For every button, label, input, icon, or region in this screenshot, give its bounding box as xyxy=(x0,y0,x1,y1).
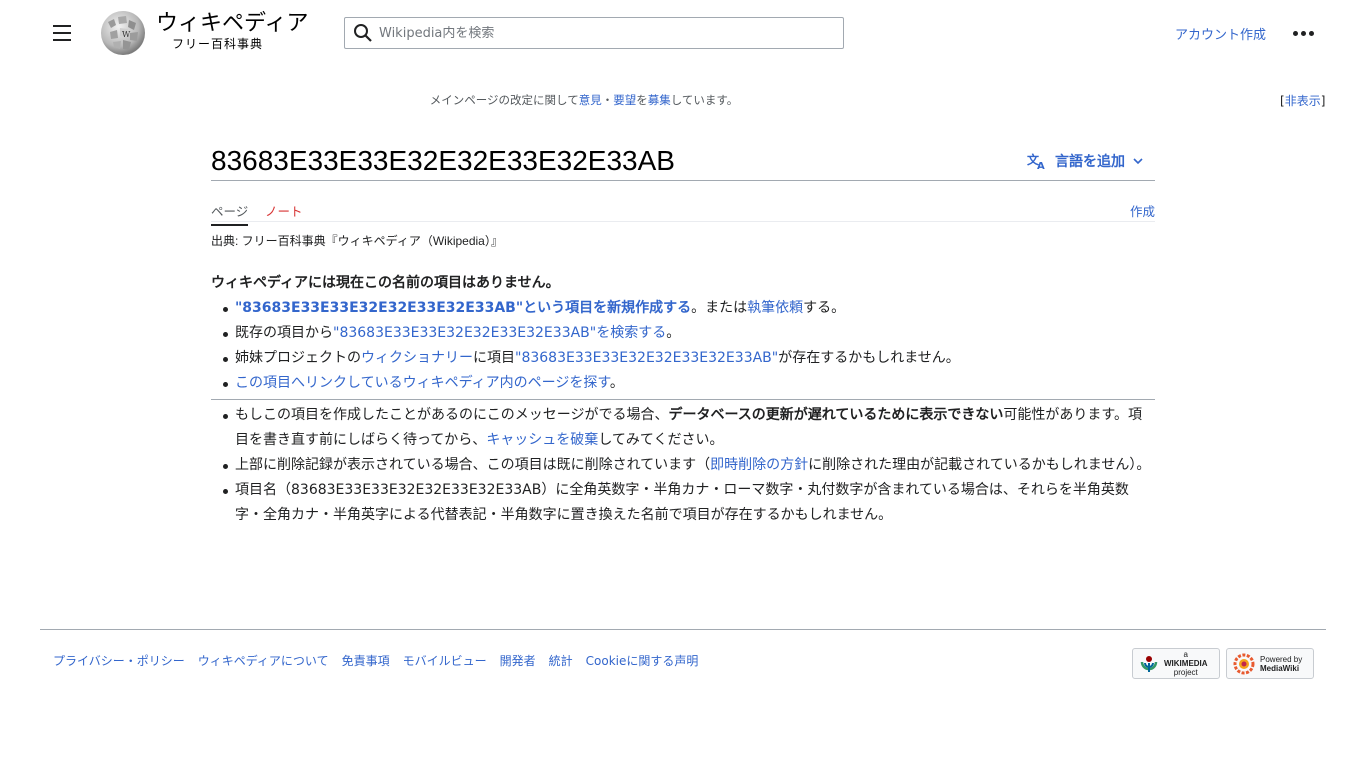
badge-main-text: MediaWiki xyxy=(1260,663,1300,673)
menu-icon[interactable] xyxy=(46,18,78,48)
footer-divider xyxy=(40,629,1326,630)
notice-link-recruit[interactable]: 募集 xyxy=(648,93,671,107)
list-text: 上部に削除記録が表示されている場合、この項目は既に削除されています（ xyxy=(235,457,711,473)
list-text: 。 xyxy=(609,375,624,391)
search-box[interactable] xyxy=(344,17,844,49)
speedy-deletion-link[interactable]: 即時削除の方針 xyxy=(710,457,808,473)
list-item: この項目へリンクしているウィキペディア内のページを探す。 xyxy=(221,371,1155,396)
wiktionary-link[interactable]: ウィクショナリー xyxy=(361,350,473,366)
no-article-lead: ウィキペディアには現在この名前の項目はありません。 xyxy=(211,275,560,291)
purge-cache-link[interactable]: キャッシュを破棄 xyxy=(486,432,598,448)
site-header: W ウィキペディア フリー百科事典 アカウント作成 xyxy=(0,0,1366,66)
notice-link-opinion[interactable]: 意見 xyxy=(579,93,602,107)
mediawiki-logo xyxy=(1233,653,1255,674)
wikimedia-project-badge[interactable]: a WIKIMEDIA project xyxy=(1132,648,1220,679)
notes-list: もしこの項目を作成したことがあるのにこのメッセージがでる場合、データベースの更新… xyxy=(221,403,1155,528)
whatlinkshere-link[interactable]: この項目へリンクしているウィキペディア内のページを探す xyxy=(235,375,610,391)
list-text: 既存の項目から xyxy=(235,325,333,341)
list-item: 項目名（83683E33E33E32E32E33E32E33AB）に全角英数字・… xyxy=(221,478,1155,528)
tab-page[interactable]: ページ xyxy=(211,201,249,226)
suggestion-list: "83683E33E33E32E32E33E32E33AB"という項目を新規作成… xyxy=(221,296,1155,396)
tab-create[interactable]: 作成 xyxy=(1130,201,1155,224)
footer-link-developers[interactable]: 開発者 xyxy=(500,652,536,669)
hide-notice: [非表示] xyxy=(1280,92,1325,109)
svg-text:A: A xyxy=(1037,161,1045,170)
badge-main-text: WIKIMEDIA xyxy=(1164,659,1208,668)
list-text: もしこの項目を作成したことがあるのにこのメッセージがでる場合、 xyxy=(235,407,669,423)
footer-link-disclaimer[interactable]: 免責事項 xyxy=(342,652,390,669)
badge-top-text: a xyxy=(1183,650,1188,659)
footer-links: プライバシー・ポリシー ウィキペディアについて 免責事項 モバイルビュー 開発者… xyxy=(53,652,698,669)
page-title: 83683E33E33E32E32E33E32E33AB xyxy=(211,145,675,176)
list-text: する。 xyxy=(803,300,846,316)
wikipedia-globe-logo[interactable]: W xyxy=(98,10,148,56)
list-item: もしこの項目を作成したことがあるのにこのメッセージがでる場合、データベースの更新… xyxy=(221,403,1155,453)
notice-text: メインページの改定に関して xyxy=(429,93,579,107)
powered-by-mediawiki-badge[interactable]: Powered by MediaWiki xyxy=(1226,648,1314,679)
search-input[interactable] xyxy=(379,25,819,41)
list-text: に削除された理由が記載されているかもしれません）。 xyxy=(808,457,1151,473)
site-notice: メインページの改定に関して意見・要望を募集しています。 xyxy=(0,92,1168,108)
list-text: 。 xyxy=(666,325,681,341)
footer-link-privacy[interactable]: プライバシー・ポリシー xyxy=(53,652,185,669)
wikipedia-wordmark[interactable]: ウィキペディア フリー百科事典 xyxy=(156,11,308,51)
list-text: 姉妹プロジェクトの xyxy=(235,350,361,366)
wordmark-tagline: フリー百科事典 xyxy=(172,37,264,51)
more-options-icon[interactable] xyxy=(1290,22,1316,44)
list-item: "83683E33E33E32E32E33E32E33AB"という項目を新規作成… xyxy=(221,296,1155,321)
divider xyxy=(211,399,1155,400)
chevron-down-icon xyxy=(1133,158,1143,165)
list-item: 上部に削除記録が表示されている場合、この項目は既に削除されています（即時削除の方… xyxy=(221,453,1155,478)
footer-link-about[interactable]: ウィキペディアについて xyxy=(198,652,329,669)
wordmark-title: ウィキペディア xyxy=(156,11,309,36)
language-icon: 文 A xyxy=(1027,152,1045,170)
writing-request-link[interactable]: 執筆依頼 xyxy=(747,300,803,316)
footer-link-mobile[interactable]: モバイルビュー xyxy=(403,652,487,669)
footer-link-cookie[interactable]: Cookieに関する声明 xyxy=(586,652,699,669)
notice-link-request[interactable]: 要望 xyxy=(613,93,636,107)
tab-talk[interactable]: ノート xyxy=(265,201,303,224)
list-item: 既存の項目から"83683E33E33E32E32E33E32E33AB"を検索… xyxy=(221,321,1155,346)
badge-top-text: Powered by xyxy=(1260,654,1303,664)
add-languages-button[interactable]: 文 A 言語を追加 xyxy=(1027,151,1143,171)
search-existing-link[interactable]: "83683E33E33E32E32E33E32E33AB"を検索する xyxy=(333,325,666,341)
title-bar: 83683E33E33E32E32E33E32E33AB 文 A 言語を追加 xyxy=(211,140,1155,181)
footer-link-stats[interactable]: 統計 xyxy=(549,652,573,669)
hide-notice-link[interactable]: 非表示 xyxy=(1285,94,1321,108)
search-icon xyxy=(354,24,372,42)
list-text: が存在するかもしれません。 xyxy=(778,350,960,366)
site-sub: 出典: フリー百科事典『ウィキペディア（Wikipedia）』 xyxy=(211,234,503,248)
add-languages-label: 言語を追加 xyxy=(1055,154,1125,170)
list-text: 。または xyxy=(691,300,748,316)
notice-sep: ・ xyxy=(601,93,614,107)
no-article-text: ウィキペディアには現在この名前の項目はありません。 "83683E33E33E3… xyxy=(211,271,1155,528)
bracket-close: ] xyxy=(1320,94,1326,108)
wikimedia-logo xyxy=(1140,655,1158,672)
page-tabs: ページ ノート 作成 xyxy=(211,181,1155,226)
list-bold-text: データベースの更新が遅れているために表示できない xyxy=(668,407,1004,423)
list-text: してみてください。 xyxy=(598,432,724,448)
list-text: 項目名（83683E33E33E32E32E33E32E33AB）に全角英数字・… xyxy=(235,482,1129,523)
notice-text: を xyxy=(636,93,648,107)
list-item: 姉妹プロジェクトのウィクショナリーに項目"83683E33E33E32E32E3… xyxy=(221,346,1155,371)
list-text: に項目 xyxy=(473,350,515,366)
svg-text:W: W xyxy=(122,30,131,39)
notice-text: しています。 xyxy=(670,93,739,107)
main-content: 83683E33E33E32E32E33E32E33AB 文 A 言語を追加 ペ… xyxy=(211,140,1155,528)
badge-sub-text: project xyxy=(1173,668,1198,677)
create-account-link[interactable]: アカウント作成 xyxy=(1175,24,1266,43)
wiktionary-entry-link[interactable]: "83683E33E33E32E32E33E32E33AB" xyxy=(515,350,778,366)
create-article-link[interactable]: "83683E33E33E32E32E33E32E33AB"という項目を新規作成… xyxy=(235,300,691,316)
